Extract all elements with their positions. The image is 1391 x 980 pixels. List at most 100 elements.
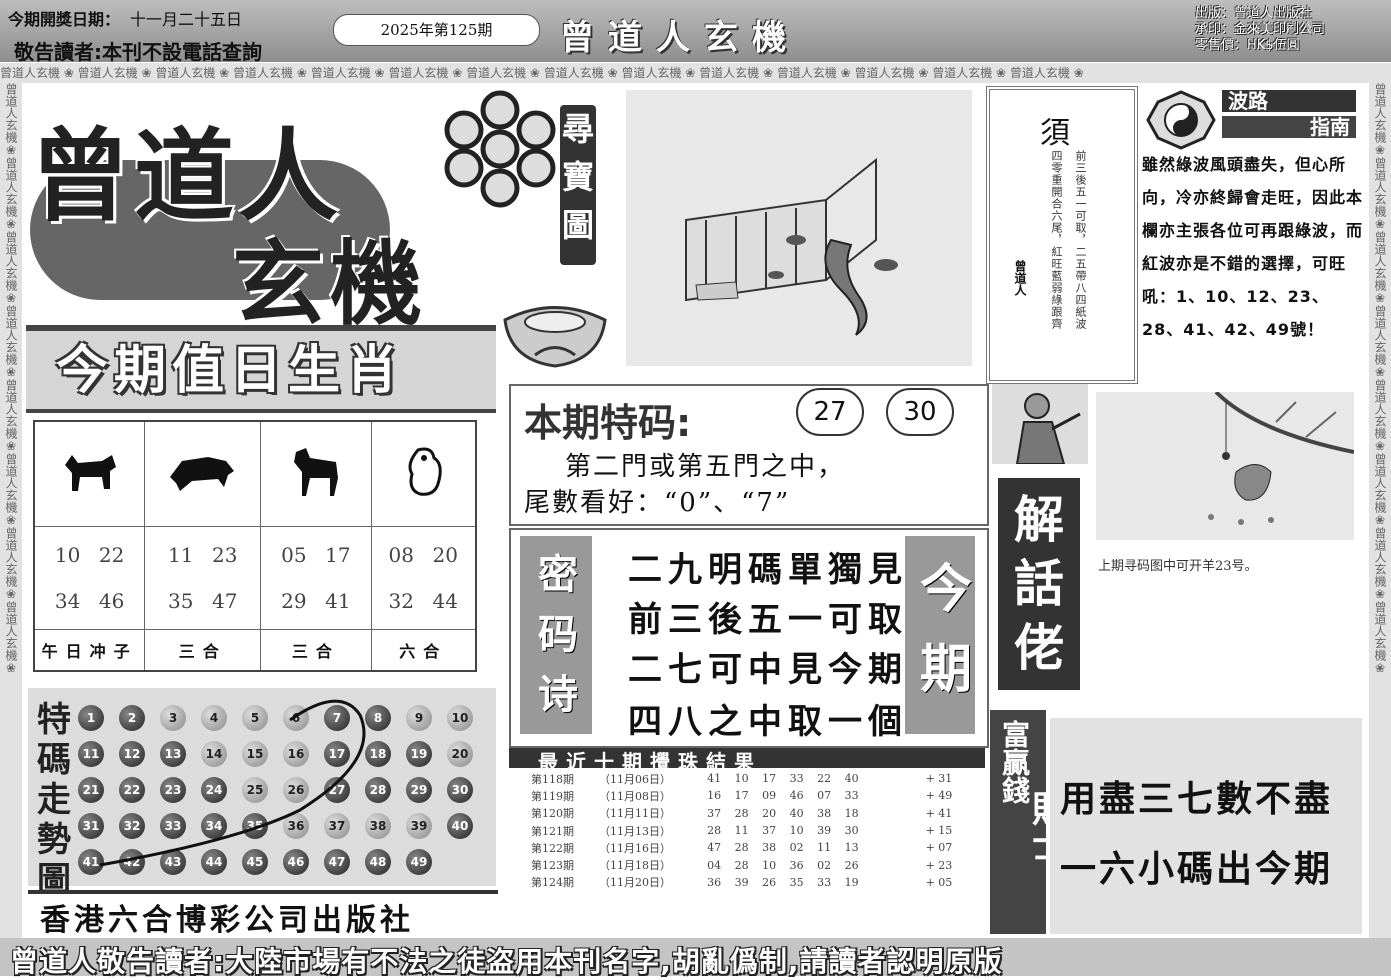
zodiac-number: 44 — [432, 589, 458, 613]
results-table: 第118期 （11月06日） 41 10 17 33 22 40 + 31 第119期 （… — [528, 770, 968, 891]
trend-title: 特碼走勢圖 — [37, 700, 71, 900]
draw-date: 今期開獎日期： 十一月二十五日 — [8, 10, 243, 29]
ox-icon — [169, 457, 234, 491]
zodiac-animal-2 — [144, 420, 262, 527]
poem-tag: 密码诗 — [538, 552, 578, 718]
result-date: （11月20日） — [598, 876, 671, 890]
border-strip-left: 曾道人玄機❀曾道人玄機❀曾道人玄機❀曾道人玄機❀曾道人玄機❀曾道人玄機❀曾道人玄… — [0, 83, 22, 938]
horse-icon — [293, 448, 338, 496]
zodiac-table: 10 2234 46 11 2335 47 05 1729 41 08 2032 44 午日冲子 三合三… — [33, 420, 477, 672]
table-row: 第122期 （11月16日） 47 28 38 02 11 13 + 07 — [528, 839, 968, 856]
zodiac-number: 32 — [388, 589, 414, 613]
zodiac-numbers: 05 17 29 41 — [260, 526, 372, 630]
logo-sub-text: 玄機 — [232, 231, 429, 338]
result-special: + 15 — [925, 824, 953, 838]
phone-notice: 敬告讀者:本刊不設電話查詢 — [14, 40, 262, 64]
zodiac-number: 17 — [325, 543, 351, 567]
result-date: （11月08日） — [598, 789, 671, 803]
border-strip-top: 曾道人玄機 ❀ 曾道人玄機 ❀ 曾道人玄機 ❀ 曾道人玄機 ❀ 曾道人玄機 ❀ … — [0, 63, 1391, 83]
zodiac-number: 20 — [432, 543, 458, 567]
poem-line: 四八之中取一個 — [628, 702, 908, 742]
zodiac-relation: 三合 — [144, 629, 262, 672]
zodiac-number: 46 — [98, 589, 125, 613]
trend-ball: 20 — [447, 741, 473, 767]
special-description: 尾數看好：“0”、“7” — [524, 488, 791, 518]
result-special: + 05 — [925, 875, 953, 889]
zodiac-relation-row: 午日冲子 三合 三合 六合 — [33, 629, 477, 672]
result-period: 第124期 — [531, 876, 574, 890]
zodiac-animal-1 — [33, 420, 146, 527]
trend-curve — [99, 699, 366, 867]
result-period: 第121期 — [531, 824, 574, 838]
zodiac-number-row: 10 22 34 46 11 23 35 47 05 17 29 41 08 20 32 44 — [33, 526, 477, 630]
tips-line: 一六小碼出今期 — [1060, 849, 1334, 890]
trend-ball: 10 — [447, 705, 473, 731]
last-issue-caption: 上期寻码图中可开羊23号。 — [1098, 559, 1258, 574]
result-special: + 41 — [925, 806, 953, 820]
price-line: 零售價：HK$伍圓 — [1195, 38, 1300, 53]
treasure-map-label: 尋寶圖 — [560, 105, 596, 265]
zodiac-relation: 午日冲子 — [33, 629, 146, 672]
result-date: （11月18日） — [598, 859, 671, 873]
sage-icon — [992, 384, 1088, 464]
table-row: 第123期 （11月18日） 04 28 10 36 02 26 + 23 — [528, 856, 968, 873]
result-period: 第118期 — [531, 772, 574, 786]
zodiac-number: 47 — [212, 589, 238, 613]
zodiac-number: 29 — [281, 589, 307, 613]
rings-icon — [444, 90, 556, 208]
zodiac-number: 05 — [281, 543, 307, 567]
result-period: 第122期 — [531, 841, 574, 855]
result-numbers: 41 10 17 33 22 40 — [707, 772, 859, 786]
trend-ball: 40 — [447, 813, 473, 839]
zodiac-number: 22 — [98, 543, 125, 567]
result-period: 第120期 — [531, 807, 574, 821]
special-number: 30 — [886, 388, 954, 436]
scroll-column: 前三後五一可取，二五帶八四紙波 — [1074, 150, 1087, 330]
explain-title: 解話佬 — [1014, 491, 1064, 677]
table-row: 第120期 （11月11日） 37 28 20 40 38 18 + 41 — [528, 805, 968, 822]
zodiac-number: 41 — [325, 589, 351, 613]
company-name: 香港六合博彩公司出版社 — [40, 903, 414, 938]
result-numbers: 47 28 38 02 11 13 — [707, 841, 859, 855]
yin-yang-icon — [1146, 90, 1216, 150]
result-numbers: 04 28 10 36 02 26 — [707, 858, 859, 872]
zodiac-numbers: 11 23 35 47 — [144, 526, 262, 630]
zodiac-relation: 六合 — [370, 629, 477, 672]
footer-notice: 曾道人敬告讀者:大陸市場有不法之徒盗用本刊名字,胡亂僞制,請讀者認明原版 — [10, 945, 1003, 978]
zodiac-number: 10 — [54, 543, 81, 567]
zodiac-number: 35 — [168, 589, 194, 613]
result-date: （11月13日） — [598, 824, 671, 838]
riddle-picture — [626, 90, 972, 366]
result-numbers: 28 11 37 10 39 30 — [707, 824, 859, 838]
border-strip-right: 曾道人玄機❀曾道人玄機❀曾道人玄機❀曾道人玄機❀曾道人玄機❀曾道人玄機❀曾道人玄… — [1369, 83, 1391, 938]
publisher-line: 出版：曾道人出版社 — [1195, 6, 1313, 21]
tips-box — [1050, 718, 1362, 934]
table-row: 第124期 （11月20日） 36 39 26 35 33 19 + 05 — [528, 874, 968, 891]
result-numbers: 36 39 26 35 33 19 — [707, 875, 859, 889]
header-brand: 曾道人玄機 — [560, 18, 800, 58]
special-code-label: 本期特码: — [524, 401, 692, 445]
trend-ball: 30 — [447, 777, 473, 803]
wave-guide-subtitle: 指南 — [1222, 116, 1356, 138]
zodiac-animal-4 — [370, 420, 477, 527]
result-period: 第119期 — [531, 789, 574, 803]
result-date: （11月11日） — [598, 807, 671, 821]
last-issue-picture — [1096, 392, 1354, 540]
poem-line: 二九明碼單獨見 — [628, 550, 908, 590]
special-description: 第二門或第五門之中， — [565, 452, 846, 482]
zodiac-number: 23 — [212, 543, 238, 567]
scroll-signature: 曾道人 — [1013, 260, 1027, 296]
zodiac-numbers: 08 20 32 44 — [370, 526, 477, 630]
issue-number: 2025年第125期 — [333, 14, 540, 46]
special-number: 27 — [796, 388, 864, 436]
result-numbers: 37 28 20 40 38 18 — [707, 806, 859, 820]
poem-line: 前三後五一可取 — [628, 600, 908, 640]
result-date: （11月16日） — [598, 841, 671, 855]
publisher-info: 出版：曾道人出版社 承印：金來美印刷公司 零售價：HK$伍圓 — [1195, 6, 1325, 54]
poem-issue-tag: 今期 — [920, 560, 973, 700]
tips-line: 用盡三七數不盡 — [1060, 779, 1334, 820]
result-numbers: 16 17 09 46 07 33 — [707, 789, 859, 803]
zodiac-animal-3 — [260, 420, 372, 527]
table-row: 第119期 （11月08日） 16 17 09 46 07 33 + 49 — [528, 787, 968, 804]
result-special: + 31 — [925, 772, 953, 786]
